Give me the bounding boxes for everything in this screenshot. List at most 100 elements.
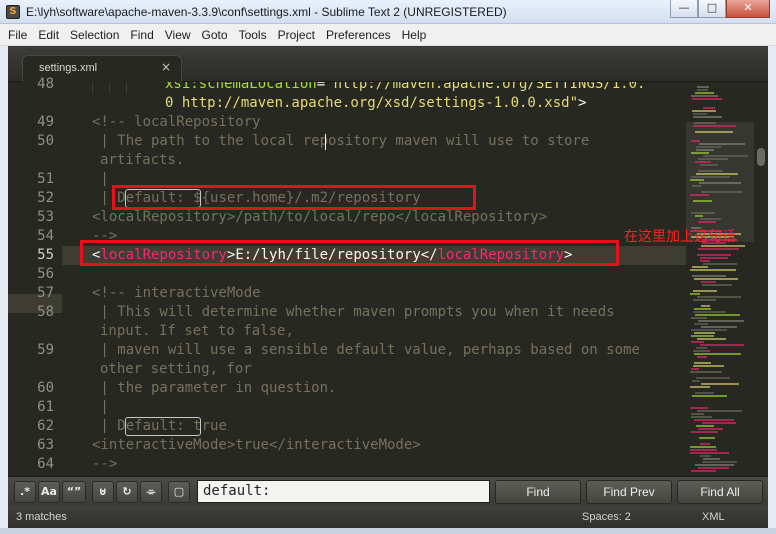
tab-close-icon[interactable]: × (161, 60, 171, 74)
line-number-gutter: 48 49 50 51 52 53 54 55 56 57 58 59 60 6… (8, 76, 62, 476)
menu-file[interactable]: File (8, 28, 27, 42)
highlight-box-local-repository (80, 240, 619, 266)
line-number: 54 (37, 228, 54, 244)
minimap-line (696, 149, 714, 151)
minimap-line (695, 392, 714, 394)
minimap-line (701, 383, 739, 385)
minimap-line (691, 470, 716, 472)
minimap-line (694, 362, 711, 364)
minimap-line (692, 380, 700, 382)
minimap-line (703, 107, 715, 109)
minimap-line (699, 143, 745, 145)
desktop-edge-bottom (0, 528, 776, 534)
window-controls: — □ ✕ (670, 0, 770, 18)
find-input[interactable]: default: (197, 480, 490, 503)
minimap-line (702, 461, 737, 463)
minimap-line (693, 125, 736, 127)
match-count: 3 matches (16, 511, 67, 523)
minimap-line (690, 194, 709, 196)
code-line-59-wrap: other setting, for (100, 361, 252, 377)
find-button[interactable]: Find (495, 480, 581, 504)
syntax-mode[interactable]: XML (702, 511, 725, 523)
line-number: 51 (37, 171, 54, 187)
code-line-60: | the parameter in question. (92, 380, 337, 396)
minimap-line (700, 257, 728, 259)
minimap-line (699, 182, 741, 184)
line-number: 57 (37, 285, 54, 301)
minimap-line (690, 407, 708, 409)
minimap-line (703, 458, 720, 460)
minimap-line (691, 95, 718, 97)
minimap-line (703, 263, 737, 265)
minimize-button[interactable]: — (670, 0, 698, 18)
minimap-line (694, 278, 738, 280)
regex-toggle[interactable]: .* (14, 481, 36, 503)
window-titlebar: S E:\lyh\software\apache-maven-3.3.9\con… (0, 0, 776, 24)
editor-window: settings.xml × 48 49 50 51 52 53 54 55 5… (8, 46, 768, 528)
minimap-line (701, 326, 737, 328)
minimap-line (700, 455, 711, 457)
minimap-line (702, 284, 732, 286)
scrollbar-thumb[interactable] (757, 148, 765, 166)
minimap-line (692, 98, 722, 100)
menu-goto[interactable]: Goto (202, 28, 228, 42)
menu-tools[interactable]: Tools (239, 28, 267, 42)
highlight-matches-toggle[interactable]: ▢ (168, 481, 190, 503)
menu-view[interactable]: View (165, 28, 191, 42)
minimap-line (691, 416, 712, 418)
minimap-line (699, 437, 715, 439)
minimap-line (701, 305, 710, 307)
minimap[interactable] (686, 82, 754, 476)
find-all-button[interactable]: Find All (677, 480, 763, 504)
tab-bar: settings.xml × (8, 46, 768, 82)
whole-word-toggle[interactable]: “” (62, 481, 86, 503)
minimap-line (698, 320, 744, 322)
code-view[interactable]: xsi:schemaLocation="http://maven.apache.… (62, 82, 686, 476)
line-number: 48 (37, 76, 54, 92)
close-window-button[interactable]: ✕ (726, 0, 770, 18)
minimap-line (697, 338, 726, 340)
indentation-setting[interactable]: Spaces: 2 (582, 511, 631, 523)
minimap-line (700, 260, 710, 262)
line-number: 56 (37, 266, 54, 282)
menu-preferences[interactable]: Preferences (326, 28, 391, 42)
minimap-line (700, 443, 710, 445)
minimap-line (697, 410, 742, 412)
case-sensitive-toggle[interactable]: Aa (38, 481, 60, 503)
minimap-line (691, 212, 715, 214)
minimap-line (694, 332, 715, 334)
minimap-line (691, 335, 714, 337)
minimap-line (690, 371, 722, 373)
menu-help[interactable]: Help (402, 28, 427, 42)
menu-project[interactable]: Project (278, 28, 315, 42)
menu-find[interactable]: Find (130, 28, 153, 42)
wrap-toggle[interactable]: ↻ (116, 481, 138, 503)
code-line-58: | This will determine whether maven prom… (92, 304, 615, 320)
minimap-line (693, 116, 722, 118)
find-prev-button[interactable]: Find Prev (586, 480, 672, 504)
code-line-59: | maven will use a sensible default valu… (92, 342, 640, 358)
vertical-scrollbar[interactable] (754, 82, 768, 476)
menu-selection[interactable]: Selection (70, 28, 119, 42)
minimap-line (696, 173, 738, 175)
line-number: 61 (37, 399, 54, 415)
minimap-line (694, 419, 734, 421)
maximize-button[interactable]: □ (698, 0, 726, 18)
desktop-edge-right (768, 46, 776, 534)
reverse-direction-toggle[interactable]: ⊍ (92, 481, 114, 503)
minimap-line (691, 176, 730, 178)
minimap-line (691, 341, 704, 343)
code-line-53: <localRepository>/path/to/local/repo</lo… (92, 209, 548, 225)
minimap-line (695, 314, 740, 316)
line-number: 50 (37, 133, 54, 149)
code-line-64: --> (92, 456, 118, 472)
menu-edit[interactable]: Edit (38, 28, 59, 42)
minimap-line (697, 296, 741, 298)
minimap-line (693, 350, 710, 352)
in-selection-toggle[interactable]: ⌯ (140, 481, 162, 503)
code-line-48: xsi:schemaLocation="http://maven.apache.… (165, 82, 646, 92)
line-number: 64 (37, 456, 54, 472)
line-number: 52 (37, 190, 54, 206)
indent-guide (126, 82, 127, 94)
minimap-line (694, 122, 716, 124)
